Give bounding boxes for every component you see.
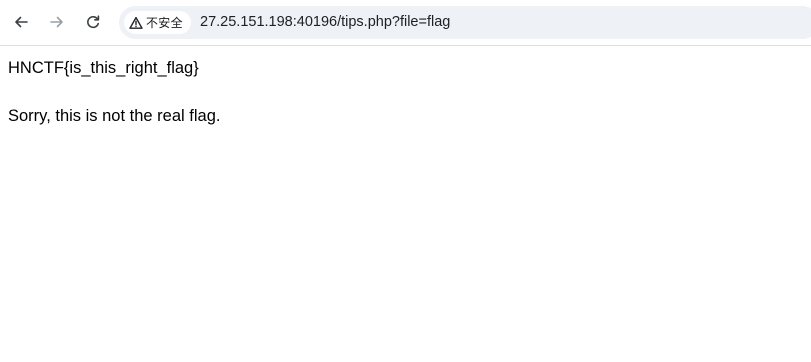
page-content: HNCTF{is_this_right_flag} Sorry, this is…: [8, 57, 803, 127]
url-text[interactable]: 27.25.151.198:40196/tips.php?file=flag: [200, 6, 450, 39]
warning-triangle-icon: [129, 16, 143, 30]
arrow-left-icon: [13, 14, 29, 30]
reload-button[interactable]: [80, 9, 106, 35]
message-text: Sorry, this is not the real flag.: [8, 107, 221, 125]
forward-button[interactable]: [44, 9, 70, 35]
address-bar[interactable]: 不安全 27.25.151.198:40196/tips.php?file=fl…: [119, 6, 811, 39]
flag-text: HNCTF{is_this_right_flag}: [8, 59, 199, 77]
security-label: 不安全: [146, 16, 183, 30]
browser-toolbar: 不安全 27.25.151.198:40196/tips.php?file=fl…: [0, 0, 811, 46]
reload-icon: [85, 14, 101, 30]
back-button[interactable]: [8, 9, 34, 35]
security-indicator[interactable]: 不安全: [124, 11, 191, 34]
arrow-right-icon: [49, 14, 65, 30]
